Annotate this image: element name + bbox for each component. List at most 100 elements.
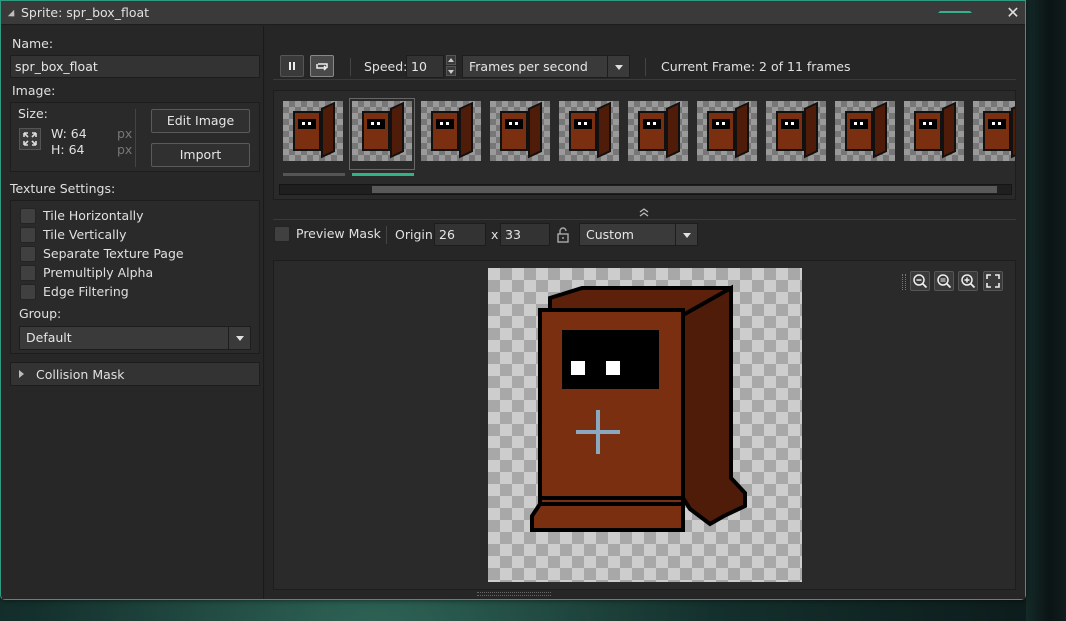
resize-grip[interactable] — [477, 592, 551, 596]
frame-thumbnail[interactable] — [283, 101, 343, 161]
frame-thumbnail[interactable] — [904, 101, 964, 161]
origin-label: Origin: — [395, 227, 437, 242]
frame-thumbnail[interactable] — [628, 101, 688, 161]
lock-icon[interactable] — [556, 226, 570, 244]
fullscreen-icon — [986, 274, 1000, 288]
collision-mask-header[interactable]: Collision Mask — [10, 362, 260, 386]
checkbox-box[interactable] — [20, 284, 36, 300]
chevron-down-icon[interactable] — [607, 56, 629, 77]
checkbox-label: Tile Horizontally — [43, 208, 144, 223]
step-down-icon[interactable] — [446, 66, 456, 76]
current-frame-indicator — [352, 173, 414, 176]
separate-texture-page-checkbox[interactable]: Separate Texture Page — [12, 245, 252, 264]
sprite-box-image — [530, 284, 747, 532]
zoom-in-icon — [961, 274, 976, 289]
frame-thumbnail[interactable] — [490, 101, 550, 161]
origin-x-input[interactable]: 26 — [434, 223, 486, 246]
pause-icon — [289, 62, 295, 70]
speed-unit-value: Frames per second — [469, 59, 588, 74]
zoom-toolbar — [902, 270, 1008, 294]
frame-underline — [283, 173, 345, 176]
speed-unit-select[interactable]: Frames per second — [462, 55, 630, 78]
edge-filtering-checkbox[interactable]: Edge Filtering — [12, 283, 252, 302]
toolbar-divider — [645, 58, 646, 76]
width-unit: px — [117, 126, 133, 141]
frame-thumbnail[interactable] — [697, 101, 757, 161]
frame-thumbnail[interactable] — [352, 101, 412, 161]
title-bar[interactable]: Sprite: spr_box_float ✕ — [1, 1, 1025, 25]
name-label: Name: — [12, 36, 54, 51]
divider — [135, 109, 136, 167]
checkbox-label: Tile Vertically — [43, 227, 127, 242]
frame-thumbnail[interactable] — [766, 101, 826, 161]
group-select-value: Default — [26, 330, 72, 345]
premultiply-alpha-checkbox[interactable]: Premultiply Alpha — [12, 264, 252, 283]
collapse-window-icon[interactable] — [7, 9, 15, 17]
sprite-editor-window: Sprite: spr_box_float ✕ Name: spr_box_fl… — [0, 0, 1026, 600]
width-value: W: 64 — [51, 126, 87, 141]
checkbox-box[interactable] — [20, 246, 36, 262]
speed-stepper[interactable] — [445, 55, 457, 77]
zoom-out-icon — [913, 274, 928, 289]
origin-mode-select[interactable]: Custom — [579, 223, 698, 246]
tile-horizontally-checkbox[interactable]: Tile Horizontally — [12, 207, 252, 226]
window-title: Sprite: spr_box_float — [21, 5, 150, 20]
origin-toolbar: Preview Mask Origin: 26 x 33 Custom — [273, 220, 1016, 252]
checkbox-label: Edge Filtering — [43, 284, 129, 299]
size-label: Size: — [18, 106, 48, 121]
checkbox-box[interactable] — [20, 208, 36, 224]
preview-mask-label: Preview Mask — [296, 226, 381, 241]
loop-icon — [316, 63, 328, 71]
scrollbar-thumb[interactable] — [372, 186, 997, 193]
checkbox-box[interactable] — [20, 265, 36, 281]
chevron-right-icon — [19, 370, 24, 378]
zoom-in-button[interactable] — [958, 271, 978, 291]
chevron-up-double-icon[interactable] — [638, 206, 650, 218]
tile-vertically-checkbox[interactable]: Tile Vertically — [12, 226, 252, 245]
toolbar-divider — [386, 226, 387, 244]
zoom-out-button[interactable] — [910, 271, 930, 291]
collision-mask-label: Collision Mask — [36, 367, 125, 382]
speed-input[interactable]: 10 — [406, 55, 444, 78]
frame-thumbnail[interactable] — [835, 101, 895, 161]
origin-mode-value: Custom — [586, 227, 634, 242]
expand-size-icon[interactable] — [19, 128, 41, 150]
sprite-canvas[interactable] — [273, 260, 1016, 590]
texture-settings-label: Texture Settings: — [10, 181, 116, 196]
group-select[interactable]: Default — [19, 326, 251, 350]
step-up-icon[interactable] — [446, 55, 456, 65]
toolbar-grip[interactable] — [902, 274, 906, 290]
origin-separator: x — [491, 227, 499, 242]
properties-panel: Name: spr_box_float Image: Size: W: 64 H… — [2, 26, 264, 599]
preview-mask-checkbox[interactable] — [274, 226, 290, 242]
frame-strip — [273, 90, 1016, 200]
animation-panel: Speed: 10 Frames per second Current Fram… — [265, 26, 1025, 599]
desktop-background — [1026, 0, 1066, 621]
height-value: H: 64 — [51, 142, 85, 157]
close-icon[interactable]: ✕ — [1002, 3, 1024, 23]
playback-toolbar: Speed: 10 Frames per second Current Fram… — [273, 30, 1016, 80]
chevron-down-icon[interactable] — [228, 327, 250, 349]
edit-image-button[interactable]: Edit Image — [151, 109, 250, 133]
frame-thumbnail[interactable] — [421, 101, 481, 161]
checkbox-box[interactable] — [20, 227, 36, 243]
title-notch — [938, 1, 972, 13]
speed-label: Speed: — [364, 59, 408, 74]
chevron-down-icon[interactable] — [675, 224, 697, 245]
toolbar-divider — [350, 58, 351, 76]
zoom-reset-button[interactable] — [934, 271, 954, 291]
fullscreen-button[interactable] — [983, 271, 1003, 291]
frame-thumbnail[interactable] — [559, 101, 619, 161]
frame-thumbnail[interactable] — [973, 101, 1015, 161]
import-button[interactable]: Import — [151, 143, 250, 167]
group-label: Group: — [19, 306, 62, 321]
loop-button[interactable] — [310, 55, 334, 77]
current-frame-text: Current Frame: 2 of 11 frames — [661, 59, 851, 74]
name-input[interactable]: spr_box_float — [10, 55, 260, 78]
frame-strip-scrollbar[interactable] — [279, 184, 1012, 195]
sprite-preview[interactable] — [488, 268, 802, 582]
checkbox-label: Premultiply Alpha — [43, 265, 154, 280]
origin-y-input[interactable]: 33 — [500, 223, 550, 246]
pause-button[interactable] — [280, 55, 304, 77]
image-group: Size: W: 64 H: 64 px px Edit Image Impor… — [10, 102, 260, 172]
